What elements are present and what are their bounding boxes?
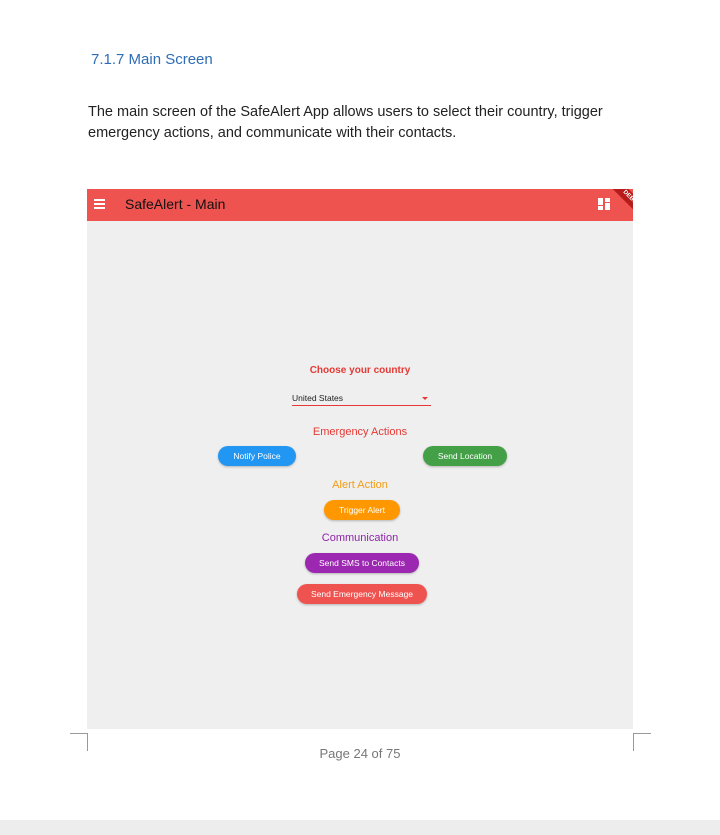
trigger-alert-button[interactable]: Trigger Alert xyxy=(324,500,400,520)
dashboard-grid-icon[interactable] xyxy=(598,198,610,210)
page-number: Page 24 of 75 xyxy=(319,746,401,761)
emergency-actions-heading: Emergency Actions xyxy=(312,426,408,438)
send-location-button[interactable]: Send Location xyxy=(423,446,507,466)
notify-police-button[interactable]: Notify Police xyxy=(218,446,296,466)
country-selected-value: United States xyxy=(292,393,344,403)
hamburger-menu-icon[interactable] xyxy=(94,199,105,209)
app-bar: SafeAlert - Main DEBUG xyxy=(87,189,633,225)
communication-heading: Communication xyxy=(321,532,399,544)
dropdown-arrow-icon xyxy=(422,397,428,400)
alert-action-heading: Alert Action xyxy=(332,479,388,491)
page-divider xyxy=(0,820,720,835)
intro-line: The main screen of the SafeAlert App all… xyxy=(88,104,603,120)
section-heading: 7.1.7 Main Screen xyxy=(91,51,213,68)
app-screenshot: SafeAlert - Main DEBUG Choose your count… xyxy=(87,189,633,729)
country-dropdown[interactable]: United States xyxy=(292,391,431,406)
intro-paragraph: The main screen of the SafeAlert App all… xyxy=(88,102,628,144)
app-title: SafeAlert - Main xyxy=(125,196,226,212)
send-sms-button[interactable]: Send SMS to Contacts xyxy=(305,553,419,573)
intro-line: emergency actions, and communicate with … xyxy=(88,125,457,141)
country-label: Choose your country xyxy=(309,365,411,376)
send-emergency-message-button[interactable]: Send Emergency Message xyxy=(297,584,427,604)
